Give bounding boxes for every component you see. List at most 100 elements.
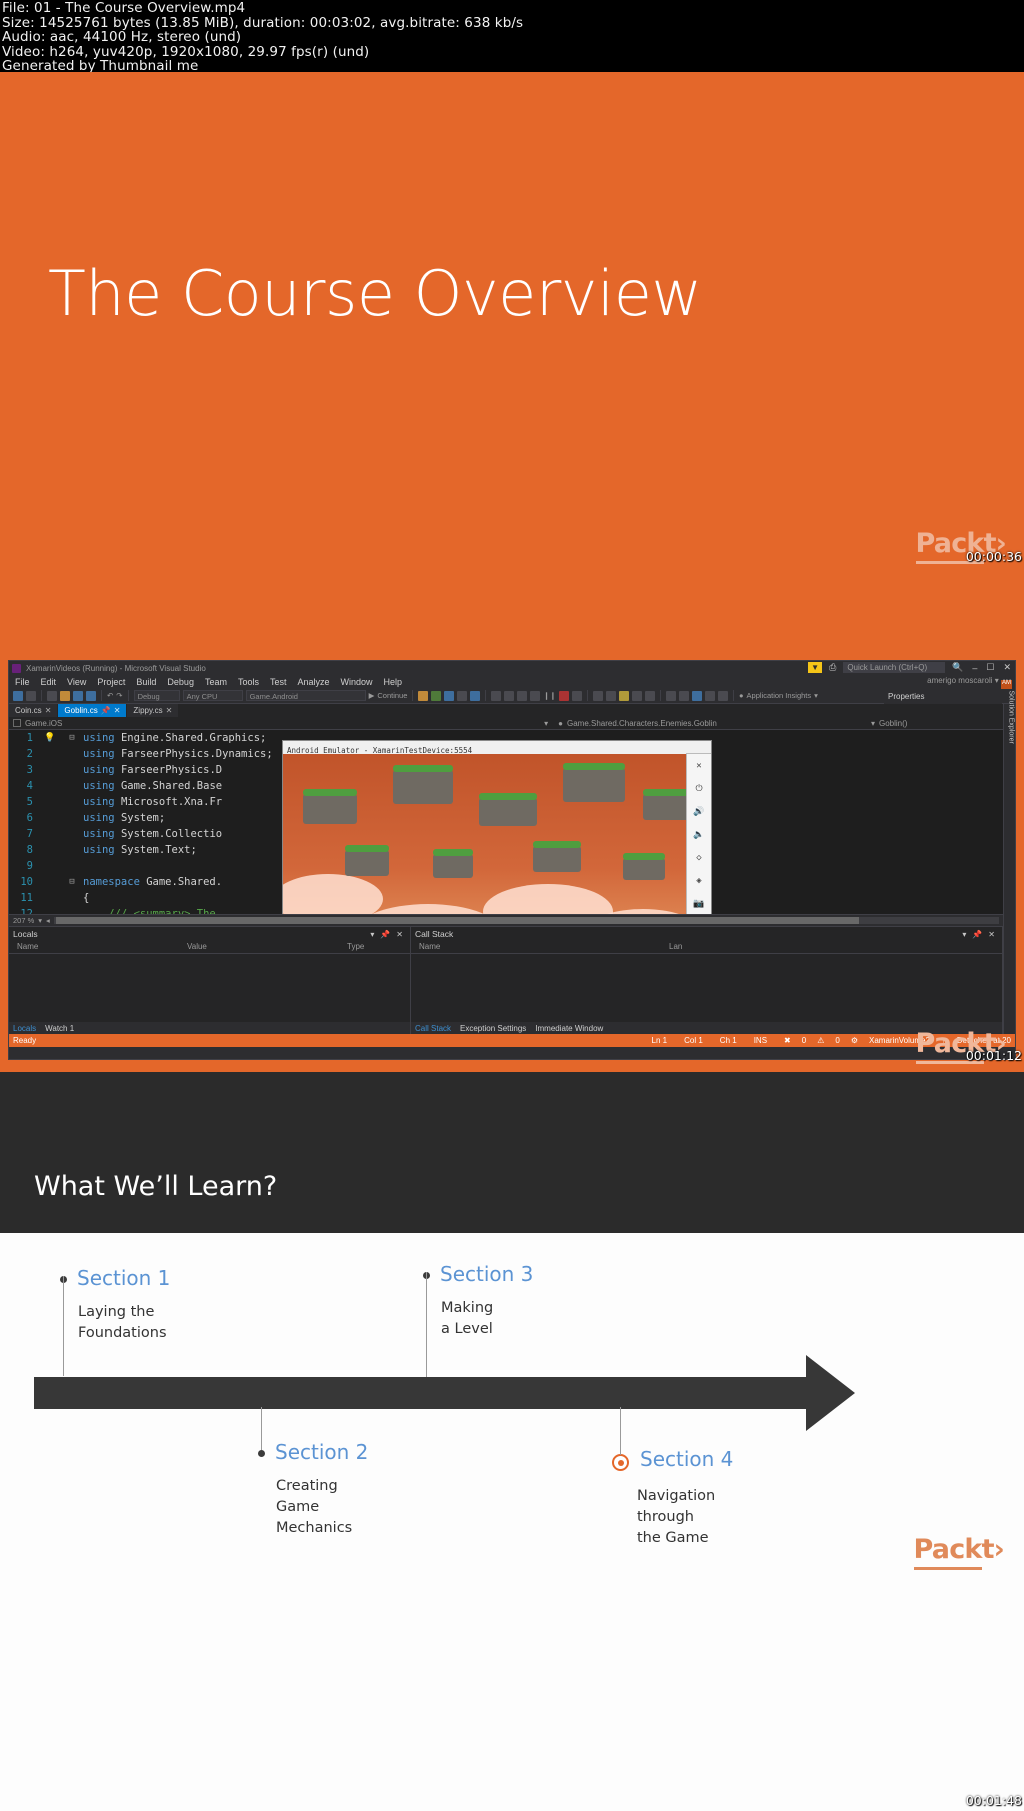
menu-item-project[interactable]: Project bbox=[97, 677, 125, 687]
error-list-icon[interactable] bbox=[704, 690, 715, 701]
code-editor[interactable]: 1 💡 ⊟ using Engine.Shared.Graphics; 2 using F… bbox=[9, 730, 1003, 914]
emulator-close-icon[interactable]: ✕ bbox=[696, 758, 701, 774]
close-button[interactable]: ✕ bbox=[1001, 662, 1013, 673]
restart-icon[interactable] bbox=[571, 690, 582, 701]
menu-item-test[interactable]: Test bbox=[270, 677, 287, 687]
editor-tab-coin[interactable]: Coin.cs ✕ bbox=[9, 704, 59, 717]
maximize-button[interactable]: ☐ bbox=[984, 662, 996, 673]
navbar-project-select[interactable]: Game.iOS bbox=[25, 719, 62, 728]
solution-config-select[interactable]: Debug bbox=[133, 690, 180, 701]
close-icon[interactable]: ✕ bbox=[114, 706, 121, 715]
menu-item-window[interactable]: Window bbox=[341, 677, 373, 687]
navbar-member-select[interactable]: Goblin() bbox=[879, 719, 999, 728]
pause-icon[interactable]: ❙❙ bbox=[543, 691, 556, 700]
startup-project-select[interactable]: Game.Android bbox=[245, 690, 366, 701]
column-header-name[interactable]: Name bbox=[411, 941, 661, 953]
screen-share-icon[interactable]: ⎙ bbox=[827, 662, 838, 673]
panel-tab-exception-settings[interactable]: Exception Settings bbox=[460, 1024, 526, 1033]
build-icon[interactable] bbox=[431, 690, 442, 701]
step-into-icon[interactable] bbox=[470, 690, 481, 701]
search-icon[interactable]: 🔍 bbox=[950, 662, 965, 673]
open-file-icon[interactable] bbox=[60, 690, 70, 701]
save-icon[interactable] bbox=[73, 690, 83, 701]
solution-platform-select[interactable]: Any CPU bbox=[182, 690, 243, 701]
fold-toggle-icon[interactable]: ⊟ bbox=[61, 730, 83, 746]
pin-icon[interactable]: 📌 bbox=[969, 930, 985, 939]
menu-item-view[interactable]: View bbox=[67, 677, 86, 687]
panel-menu-icon[interactable]: ▾ bbox=[367, 930, 377, 939]
close-icon[interactable]: ✕ bbox=[985, 930, 998, 939]
close-icon[interactable]: ✕ bbox=[45, 706, 52, 715]
indent-icon[interactable] bbox=[517, 690, 528, 701]
lightbulb-icon[interactable]: 💡 bbox=[39, 730, 61, 746]
step-over-icon[interactable] bbox=[457, 690, 468, 701]
stop-icon[interactable] bbox=[558, 690, 569, 701]
panel-tab-locals[interactable]: Locals bbox=[13, 1024, 36, 1033]
menu-item-build[interactable]: Build bbox=[136, 677, 156, 687]
emulator-screen[interactable]: ⬅ ➡ ⬆ bbox=[283, 754, 711, 914]
horizontal-scrollbar[interactable] bbox=[53, 917, 999, 924]
insights-icon[interactable]: ● bbox=[739, 691, 744, 700]
quick-launch-input[interactable]: Quick Launch (Ctrl+Q) bbox=[843, 662, 946, 673]
continue-label[interactable]: Continue bbox=[377, 691, 407, 700]
outdent-icon[interactable] bbox=[530, 690, 541, 701]
menu-item-team[interactable]: Team bbox=[205, 677, 227, 687]
emulator-volume-down-icon[interactable]: 🔈 bbox=[693, 827, 704, 843]
column-header-type[interactable]: Type bbox=[339, 941, 410, 953]
close-icon[interactable]: ✕ bbox=[393, 930, 406, 939]
undo-icon[interactable]: ↶ bbox=[107, 691, 113, 700]
emulator-power-icon[interactable]: ⏻ bbox=[695, 781, 702, 797]
save-all-icon[interactable] bbox=[86, 690, 96, 701]
application-insights-label[interactable]: Application Insights bbox=[747, 691, 812, 700]
android-emulator-window[interactable]: Android Emulator - XamarinTestDevice:555… bbox=[282, 740, 712, 914]
emulator-rotate-left-icon[interactable]: ◇ bbox=[696, 850, 701, 866]
editor-tab-zippy[interactable]: Zippy.cs ✕ bbox=[127, 704, 180, 717]
breakpoint-icon[interactable] bbox=[418, 690, 429, 701]
minimize-button[interactable]: – bbox=[970, 663, 979, 673]
menu-item-edit[interactable]: Edit bbox=[41, 677, 57, 687]
editor-tab-goblin[interactable]: Goblin.cs 📌 ✕ bbox=[58, 704, 128, 717]
panel-menu-icon[interactable]: ▾ bbox=[959, 930, 969, 939]
menu-item-analyze[interactable]: Analyze bbox=[298, 677, 330, 687]
output-icon[interactable] bbox=[717, 690, 728, 701]
panel-tab-call-stack[interactable]: Call Stack bbox=[415, 1024, 451, 1033]
chevron-down-icon[interactable]: ▾ bbox=[38, 916, 42, 925]
toolbox-icon[interactable] bbox=[691, 690, 702, 701]
show-next-statement-icon[interactable] bbox=[605, 690, 616, 701]
step-out-icon[interactable] bbox=[592, 690, 603, 701]
uncomment-icon[interactable] bbox=[504, 690, 515, 701]
new-project-icon[interactable] bbox=[47, 690, 57, 701]
continue-button[interactable]: ▶ bbox=[369, 691, 375, 700]
attach-icon[interactable] bbox=[444, 690, 455, 701]
scroll-left-arrow[interactable]: ◂ bbox=[46, 916, 50, 925]
pin-icon[interactable]: 📌 bbox=[377, 930, 393, 939]
bookmark-icon[interactable] bbox=[665, 690, 676, 701]
menu-item-file[interactable]: File bbox=[15, 677, 30, 687]
comment-icon[interactable] bbox=[491, 690, 502, 701]
navigate-forward-icon[interactable] bbox=[26, 690, 36, 701]
stack-frame-icon[interactable] bbox=[644, 690, 655, 701]
menu-item-tools[interactable]: Tools bbox=[238, 677, 259, 687]
pin-icon[interactable]: 📌 bbox=[101, 706, 111, 715]
panel-tab-watch-1[interactable]: Watch 1 bbox=[45, 1024, 74, 1033]
vs-account[interactable]: amerigo moscaroli ▾ AM bbox=[927, 676, 1012, 689]
column-header-value[interactable]: Value bbox=[179, 941, 339, 953]
feedback-icon[interactable]: ▼ bbox=[808, 662, 823, 673]
solution-explorer-collapsed[interactable]: Solution Explorer bbox=[1003, 691, 1015, 1034]
call-stack-rows[interactable] bbox=[411, 954, 1002, 1022]
emulator-rotate-right-icon[interactable]: ◈ bbox=[696, 873, 701, 889]
close-icon[interactable]: ✕ bbox=[166, 706, 173, 715]
menu-item-debug[interactable]: Debug bbox=[167, 677, 194, 687]
chevron-down-icon[interactable]: ▾ bbox=[814, 691, 818, 700]
redo-icon[interactable]: ↷ bbox=[116, 691, 122, 700]
locals-rows[interactable] bbox=[9, 954, 410, 1022]
panel-tab-immediate-window[interactable]: Immediate Window bbox=[535, 1024, 603, 1033]
navbar-type-select[interactable]: Game.Shared.Characters.Enemies.Goblin bbox=[567, 719, 867, 728]
column-header-name[interactable]: Name bbox=[9, 941, 179, 953]
fold-toggle-icon[interactable]: ⊟ bbox=[61, 874, 83, 890]
scrollbar-thumb[interactable] bbox=[55, 917, 860, 924]
navigate-backward-icon[interactable] bbox=[13, 690, 23, 701]
processes-icon[interactable] bbox=[631, 690, 642, 701]
emulator-screenshot-icon[interactable]: 📷 bbox=[693, 896, 704, 912]
threads-icon[interactable] bbox=[618, 690, 629, 701]
